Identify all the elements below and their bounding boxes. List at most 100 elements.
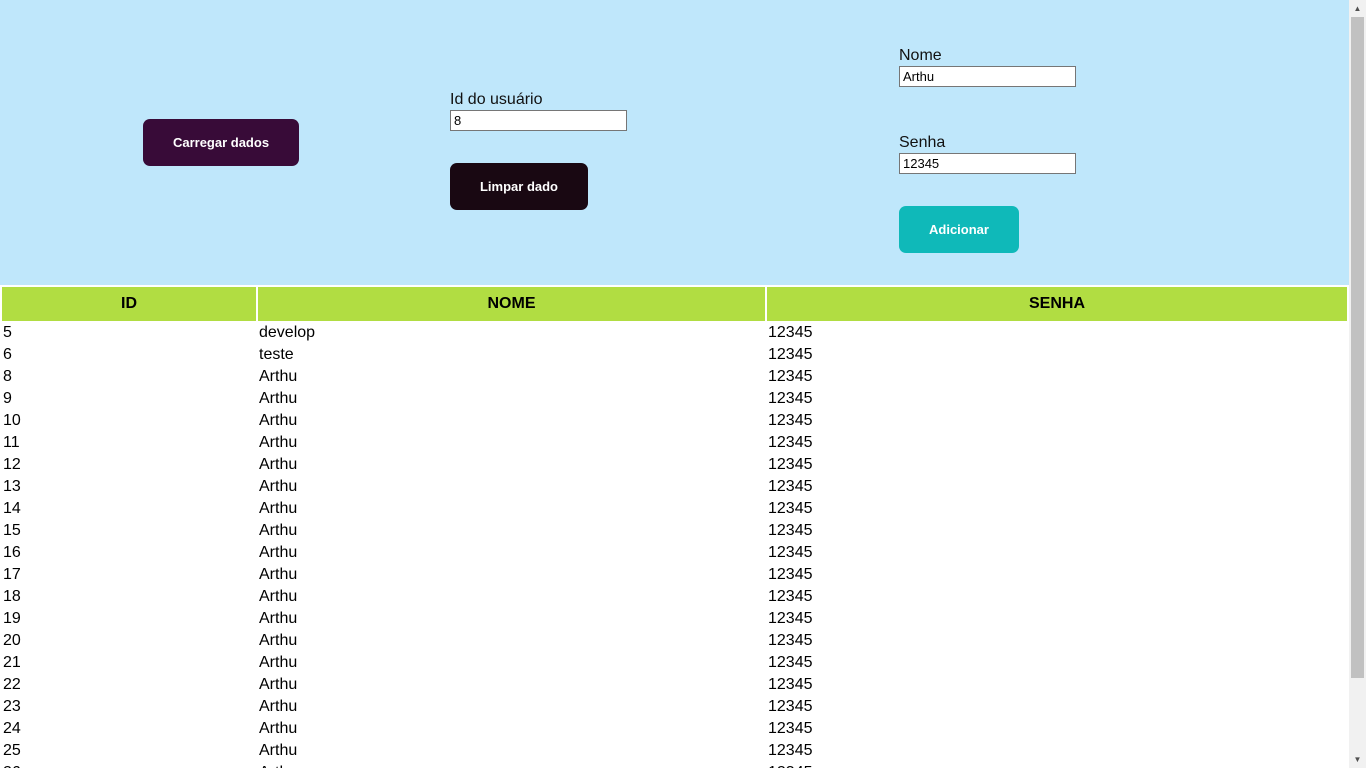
- add-button[interactable]: Adicionar: [899, 206, 1019, 253]
- cell-password: 12345: [768, 720, 813, 737]
- scroll-thumb[interactable]: [1351, 17, 1364, 678]
- cell-password: 12345: [768, 632, 813, 649]
- table-row: 19 Arthu 12345: [2, 609, 1347, 629]
- column-header-id: ID: [2, 287, 256, 321]
- cell-name: Arthu: [259, 720, 298, 737]
- cell-password: 12345: [768, 456, 813, 473]
- cell-id: 13: [3, 478, 21, 495]
- table-row: 14 Arthu 12345: [2, 499, 1347, 519]
- table-row: 8 Arthu 12345: [2, 367, 1347, 387]
- cell-password: 12345: [768, 434, 813, 451]
- table-row: 24 Arthu 12345: [2, 719, 1347, 739]
- cell-password: 12345: [767, 763, 1347, 768]
- cell-name: Arthu: [259, 610, 298, 627]
- scroll-up-arrow-icon[interactable]: ▲: [1349, 0, 1366, 17]
- cell-id: 15: [3, 522, 21, 539]
- cell-name: Arthu: [259, 698, 298, 715]
- cell-id: 8: [3, 368, 12, 385]
- table-row: 15 Arthu 12345: [2, 521, 1347, 541]
- cell-password: 12345: [768, 698, 813, 715]
- user-id-label: Id do usuário: [450, 91, 543, 108]
- cell-name: Arthu: [258, 763, 765, 768]
- cell-name: Arthu: [259, 588, 298, 605]
- cell-id: 11: [3, 434, 20, 451]
- cell-name: Arthu: [259, 478, 298, 495]
- cell-name: Arthu: [259, 434, 298, 451]
- cell-name: Arthu: [259, 654, 298, 671]
- cell-id: 20: [3, 632, 21, 649]
- cell-name: Arthu: [259, 632, 298, 649]
- cell-id: 17: [3, 566, 21, 583]
- cell-name: Arthu: [259, 368, 298, 385]
- cell-id: 18: [3, 588, 21, 605]
- cell-name: Arthu: [259, 742, 298, 759]
- form-panel: Carregar dados Id do usuário Limpar dado…: [0, 0, 1349, 285]
- cell-password: 12345: [768, 676, 813, 693]
- cell-name: Arthu: [259, 390, 298, 407]
- cell-name: Arthu: [259, 676, 298, 693]
- table-row: 22 Arthu 12345: [2, 675, 1347, 695]
- cell-id: 21: [3, 654, 21, 671]
- cell-password: 12345: [768, 324, 813, 341]
- cell-id: 10: [3, 412, 21, 429]
- cell-name: Arthu: [259, 412, 298, 429]
- cell-password: 12345: [768, 742, 813, 759]
- cell-password: 12345: [768, 588, 813, 605]
- users-table: ID NOME SENHA 5 develop 12345 6 teste 12345 8 A…: [0, 285, 1349, 768]
- cell-name: Arthu: [259, 566, 298, 583]
- clear-data-button[interactable]: Limpar dado: [450, 163, 588, 210]
- cell-name: Arthu: [259, 544, 298, 561]
- cell-id: 14: [3, 500, 21, 517]
- table-row: 16 Arthu 12345: [2, 543, 1347, 563]
- cell-password: 12345: [768, 390, 813, 407]
- name-input[interactable]: [899, 66, 1076, 87]
- scroll-down-arrow-icon[interactable]: ▼: [1349, 751, 1366, 768]
- cell-password: 12345: [768, 500, 813, 517]
- password-input[interactable]: [899, 153, 1076, 174]
- cell-password: 12345: [768, 654, 813, 671]
- table-row: 11 Arthu 12345: [2, 433, 1347, 453]
- page: Carregar dados Id do usuário Limpar dado…: [0, 0, 1349, 768]
- user-id-input[interactable]: [450, 110, 627, 131]
- table-body: 5 develop 12345 6 teste 12345 8 Arthu 12345 9 Arth…: [2, 323, 1347, 768]
- table-row: 6 teste 12345: [2, 345, 1347, 365]
- table-row: 21 Arthu 12345: [2, 653, 1347, 673]
- cell-id: 5: [3, 324, 12, 341]
- password-label: Senha: [899, 134, 946, 151]
- cell-id: 22: [3, 676, 21, 693]
- table-row: 10 Arthu 12345: [2, 411, 1347, 431]
- table-header-row: ID NOME SENHA: [2, 287, 1347, 321]
- cell-id: 25: [3, 742, 21, 759]
- cell-id: 9: [3, 390, 12, 407]
- column-header-password: SENHA: [767, 287, 1347, 321]
- cell-password: 12345: [768, 346, 813, 363]
- cell-id: 12: [3, 456, 21, 473]
- cell-id: 19: [3, 610, 21, 627]
- table-row: 17 Arthu 12345: [2, 565, 1347, 585]
- table-row: 26Arthu12345: [2, 763, 1347, 768]
- table-row: 9 Arthu 12345: [2, 389, 1347, 409]
- table-row: 18 Arthu 12345: [2, 587, 1347, 607]
- cell-password: 12345: [768, 566, 813, 583]
- table-row: 5 develop 12345: [2, 323, 1347, 343]
- vertical-scrollbar[interactable]: ▲ ▼: [1349, 0, 1366, 768]
- cell-password: 12345: [768, 412, 813, 429]
- cell-password: 12345: [768, 544, 813, 561]
- column-header-name: NOME: [258, 287, 765, 321]
- table-row: 25 Arthu 12345: [2, 741, 1347, 761]
- cell-id: 23: [3, 698, 21, 715]
- cell-id: 16: [3, 544, 21, 561]
- cell-password: 12345: [768, 610, 813, 627]
- cell-id: 24: [3, 720, 21, 737]
- table-row: 13 Arthu 12345: [2, 477, 1347, 497]
- cell-id: 6: [3, 346, 12, 363]
- cell-name: Arthu: [259, 522, 298, 539]
- cell-id: 26: [2, 763, 256, 768]
- table-row: 20 Arthu 12345: [2, 631, 1347, 651]
- load-data-button[interactable]: Carregar dados: [143, 119, 299, 166]
- table-row: 12 Arthu 12345: [2, 455, 1347, 475]
- cell-password: 12345: [768, 368, 813, 385]
- cell-name: Arthu: [259, 500, 298, 517]
- cell-name: Arthu: [259, 456, 298, 473]
- cell-password: 12345: [768, 522, 813, 539]
